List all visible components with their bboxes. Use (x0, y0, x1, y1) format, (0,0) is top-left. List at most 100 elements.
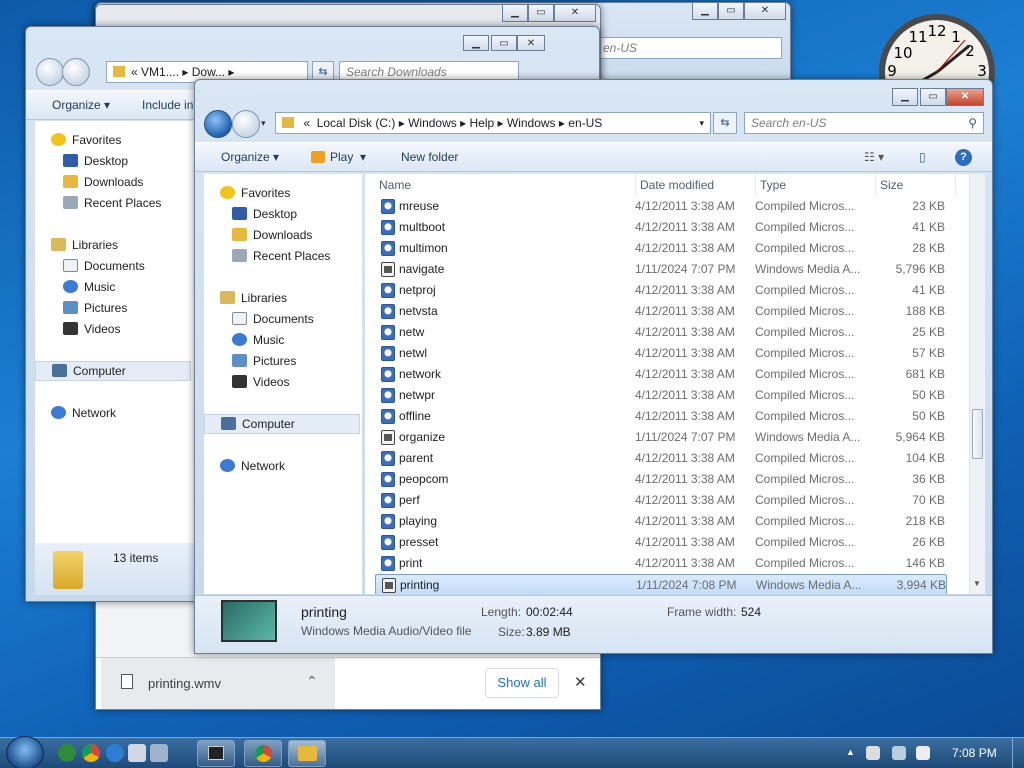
nav-recent[interactable]: Recent Places (232, 247, 330, 265)
refresh-icon[interactable]: ⇆ (713, 112, 737, 134)
nav-documents[interactable]: Documents (63, 257, 145, 275)
back-button[interactable] (36, 58, 64, 86)
nav-libraries[interactable]: Libraries (220, 289, 287, 307)
network-status-icon[interactable] (892, 746, 906, 760)
close-button[interactable]: ✕ (554, 5, 596, 22)
close-shelf-icon[interactable]: ✕ (574, 673, 587, 691)
file-row[interactable]: netproj 4/12/2011 3:38 AM Compiled Micros.… (375, 280, 947, 301)
nav-music[interactable]: Music (63, 278, 115, 296)
column-header-name[interactable]: Name (375, 174, 636, 196)
nav-network[interactable]: Network (51, 404, 116, 422)
close-button[interactable]: ✕ (517, 35, 545, 51)
nav-videos[interactable]: Videos (63, 320, 120, 338)
minimize-button[interactable]: ▁ (692, 3, 718, 20)
include-button[interactable]: Include in (142, 98, 193, 112)
nav-favorites[interactable]: Favorites (220, 184, 290, 202)
nav-videos[interactable]: Videos (232, 373, 289, 391)
breadcrumb-item[interactable]: Dow... (192, 65, 225, 79)
play-button[interactable]: Play ▾ (311, 150, 366, 164)
file-row[interactable]: netvsta 4/12/2011 3:38 AM Compiled Micros.… (375, 301, 947, 322)
nav-downloads[interactable]: Downloads (232, 226, 312, 244)
scrollbar-thumb[interactable] (972, 409, 983, 459)
minimize-button[interactable]: ▁ (892, 88, 918, 106)
nav-favorites[interactable]: Favorites (51, 131, 121, 149)
scroll-down-icon[interactable]: ▼ (973, 579, 981, 588)
search-input[interactable]: Search en-US ⚲ (744, 112, 984, 134)
taskbar-item-terminal[interactable] (197, 740, 235, 767)
minimize-button[interactable]: ▁ (463, 35, 489, 51)
forward-button[interactable] (232, 110, 260, 138)
file-row[interactable]: navigate 1/11/2024 7:07 PM Windows Media A… (375, 259, 947, 280)
show-desktop-button[interactable] (1012, 738, 1024, 768)
nav-network[interactable]: Network (220, 457, 285, 475)
breadcrumb-item[interactable]: en-US (568, 116, 602, 130)
maximize-button[interactable]: ▭ (528, 5, 554, 22)
show-desktop-quick-icon[interactable] (128, 744, 146, 762)
preview-pane-icon[interactable]: ▯ (919, 150, 926, 164)
internet-explorer-icon[interactable] (106, 744, 124, 762)
recent-pages-chevron-icon[interactable]: ▾ (261, 118, 266, 129)
maximize-button[interactable]: ▭ (920, 88, 946, 106)
file-row[interactable]: multimon 4/12/2011 3:38 AM Compiled Micros… (375, 238, 947, 259)
close-button[interactable]: ✕ (946, 88, 984, 106)
file-row[interactable]: netwpr 4/12/2011 3:38 AM Compiled Micros..… (375, 385, 947, 406)
file-row[interactable]: netwl 4/12/2011 3:38 AM Compiled Micros...… (375, 343, 947, 364)
upwork-icon[interactable] (58, 744, 76, 762)
organize-button[interactable]: Organize ▾ (52, 98, 110, 112)
file-row[interactable]: multboot 4/12/2011 3:38 AM Compiled Micros… (375, 217, 947, 238)
column-header-type[interactable]: Type (756, 174, 876, 196)
taskbar-item-explorer[interactable] (288, 740, 326, 767)
nav-libraries[interactable]: Libraries (51, 236, 118, 254)
address-bar[interactable]: « Local Disk (C:) ▸ Windows ▸ Help ▸ Win… (275, 112, 711, 134)
file-row[interactable]: playing 4/12/2011 3:38 AM Compiled Micros.… (375, 511, 947, 532)
file-row[interactable]: offline 4/12/2011 3:38 AM Compiled Micros.… (375, 406, 947, 427)
file-row[interactable]: netw 4/12/2011 3:38 AM Compiled Micros... 2… (375, 322, 947, 343)
breadcrumb-item[interactable]: Windows (408, 116, 457, 130)
file-row[interactable]: presset 4/12/2011 3:38 AM Compiled Micros.… (375, 532, 947, 553)
forward-button[interactable] (62, 58, 90, 86)
nav-downloads[interactable]: Downloads (63, 173, 143, 191)
nav-pictures[interactable]: Pictures (232, 352, 296, 370)
vertical-scrollbar[interactable]: ▼ (969, 174, 985, 594)
file-row[interactable]: perf 4/12/2011 3:38 AM Compiled Micros... 7… (375, 490, 947, 511)
nav-pictures[interactable]: Pictures (63, 299, 127, 317)
file-row[interactable]: organize 1/11/2024 7:07 PM Windows Media A… (375, 427, 947, 448)
file-row[interactable]: print 4/12/2011 3:38 AM Compiled Micros...… (375, 553, 947, 574)
file-row[interactable]: parent 4/12/2011 3:38 AM Compiled Micros..… (375, 448, 947, 469)
breadcrumb-item[interactable]: Windows (507, 116, 556, 130)
file-row[interactable]: peopcom 4/12/2011 3:38 AM Compiled Micros.… (375, 469, 947, 490)
file-row[interactable]: mreuse 4/12/2011 3:38 AM Compiled Micros..… (375, 196, 947, 217)
volume-muted-icon[interactable] (916, 746, 930, 760)
view-options-icon[interactable]: ☷ ▾ (864, 150, 884, 164)
maximize-button[interactable]: ▭ (718, 3, 744, 20)
nav-recent[interactable]: Recent Places (63, 194, 161, 212)
minimize-button[interactable]: ▁ (502, 5, 528, 22)
action-center-flag-icon[interactable] (866, 746, 880, 760)
file-row[interactable]: printing 1/11/2024 7:08 PM Windows Media A… (375, 574, 947, 594)
back-button[interactable] (204, 110, 232, 138)
show-hidden-icons[interactable]: ▲ (846, 747, 855, 757)
nav-music[interactable]: Music (232, 331, 284, 349)
nav-desktop[interactable]: Desktop (63, 152, 128, 170)
nav-computer[interactable]: Computer (35, 361, 191, 381)
close-button[interactable]: ✕ (744, 3, 786, 20)
download-item[interactable]: printing.wmv ⌃ (101, 658, 335, 709)
nav-computer[interactable]: Computer (204, 414, 360, 434)
show-all-button[interactable]: Show all (485, 668, 559, 698)
system-clock[interactable]: 7:08 PM (952, 746, 997, 760)
nav-documents[interactable]: Documents (232, 310, 314, 328)
column-header-date[interactable]: Date modified (636, 174, 756, 196)
maximize-button[interactable]: ▭ (491, 35, 517, 51)
file-row[interactable]: network 4/12/2011 3:38 AM Compiled Micros.… (375, 364, 947, 385)
back-search-box[interactable]: en-US (596, 37, 782, 59)
chrome-icon[interactable] (82, 744, 100, 762)
start-button[interactable] (6, 736, 44, 768)
chevron-up-icon[interactable]: ⌃ (306, 673, 318, 690)
organize-button[interactable]: Organize ▾ (221, 150, 279, 164)
window-switcher-icon[interactable] (150, 744, 168, 762)
breadcrumb-item[interactable]: Local Disk (C:) (317, 116, 396, 130)
help-icon[interactable]: ? (955, 149, 972, 166)
breadcrumb-item[interactable]: Help (469, 116, 494, 130)
nav-desktop[interactable]: Desktop (232, 205, 297, 223)
search-icon[interactable]: ⚲ (968, 113, 977, 133)
